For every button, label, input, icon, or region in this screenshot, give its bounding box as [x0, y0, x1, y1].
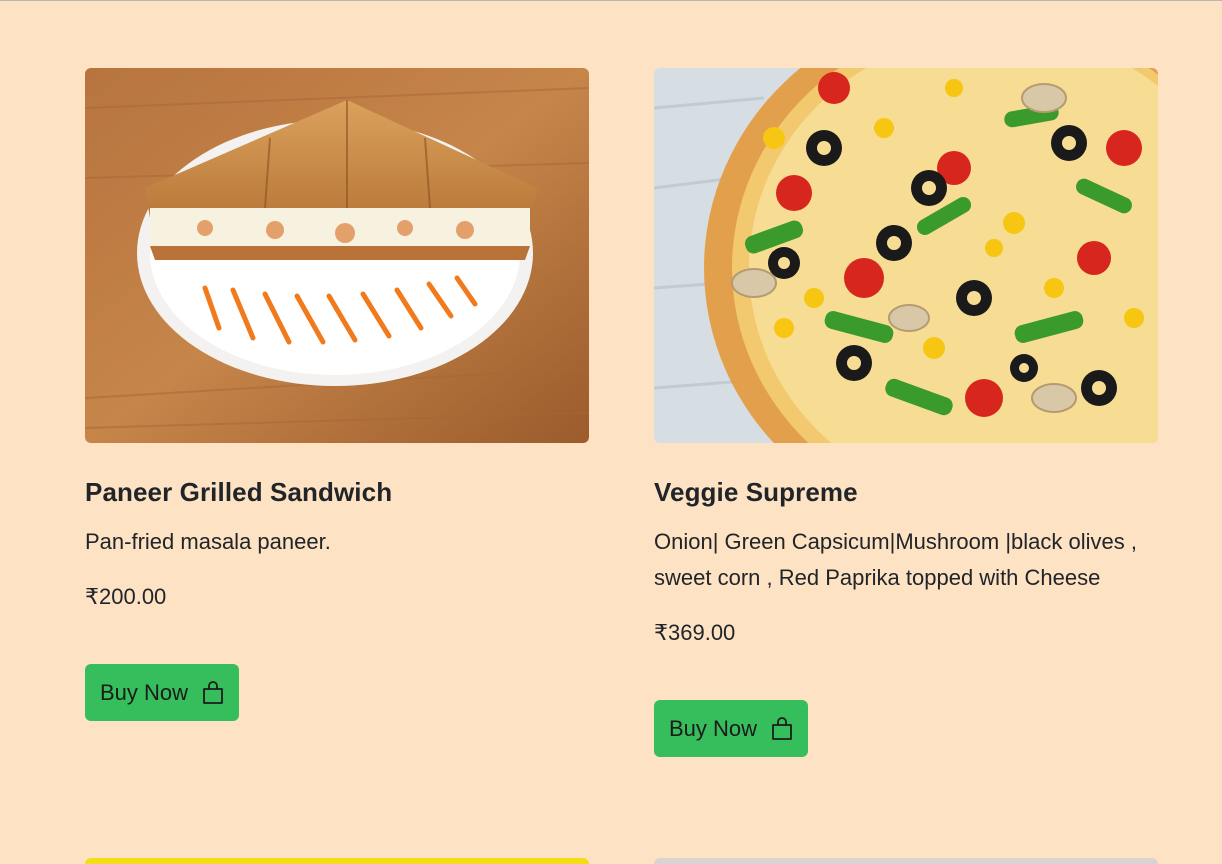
product-image-sandwich[interactable]: [85, 68, 589, 443]
shopping-bag-icon: [772, 716, 792, 740]
next-product-card-image[interactable]: [654, 858, 1158, 864]
buy-now-label: Buy Now: [100, 679, 189, 705]
buy-now-button[interactable]: Buy Now: [85, 664, 240, 721]
product-card-veggie-supreme: Veggie Supreme Onion| Green Capsicum|Mus…: [654, 68, 1158, 757]
sandwich-photo-icon: [85, 68, 589, 443]
next-product-card-image[interactable]: [85, 858, 589, 864]
product-title: Veggie Supreme: [654, 477, 858, 507]
product-card-paneer-grilled-sandwich: Paneer Grilled Sandwich Pan-fried masala…: [85, 68, 589, 721]
product-description: Onion| Green Capsicum|Mushroom |black ol…: [654, 529, 1138, 590]
product-price: ₹369.00: [654, 620, 736, 645]
product-description: Pan-fried masala paneer.: [85, 529, 331, 554]
product-title: Paneer Grilled Sandwich: [85, 477, 393, 507]
buy-now-button[interactable]: Buy Now: [654, 700, 809, 757]
top-divider: [0, 0, 1222, 1]
pizza-photo-icon: [654, 68, 1158, 443]
product-price: ₹200.00: [85, 584, 167, 609]
product-image-pizza[interactable]: [654, 68, 1158, 443]
shopping-bag-icon: [203, 680, 223, 704]
buy-now-label: Buy Now: [669, 715, 758, 741]
